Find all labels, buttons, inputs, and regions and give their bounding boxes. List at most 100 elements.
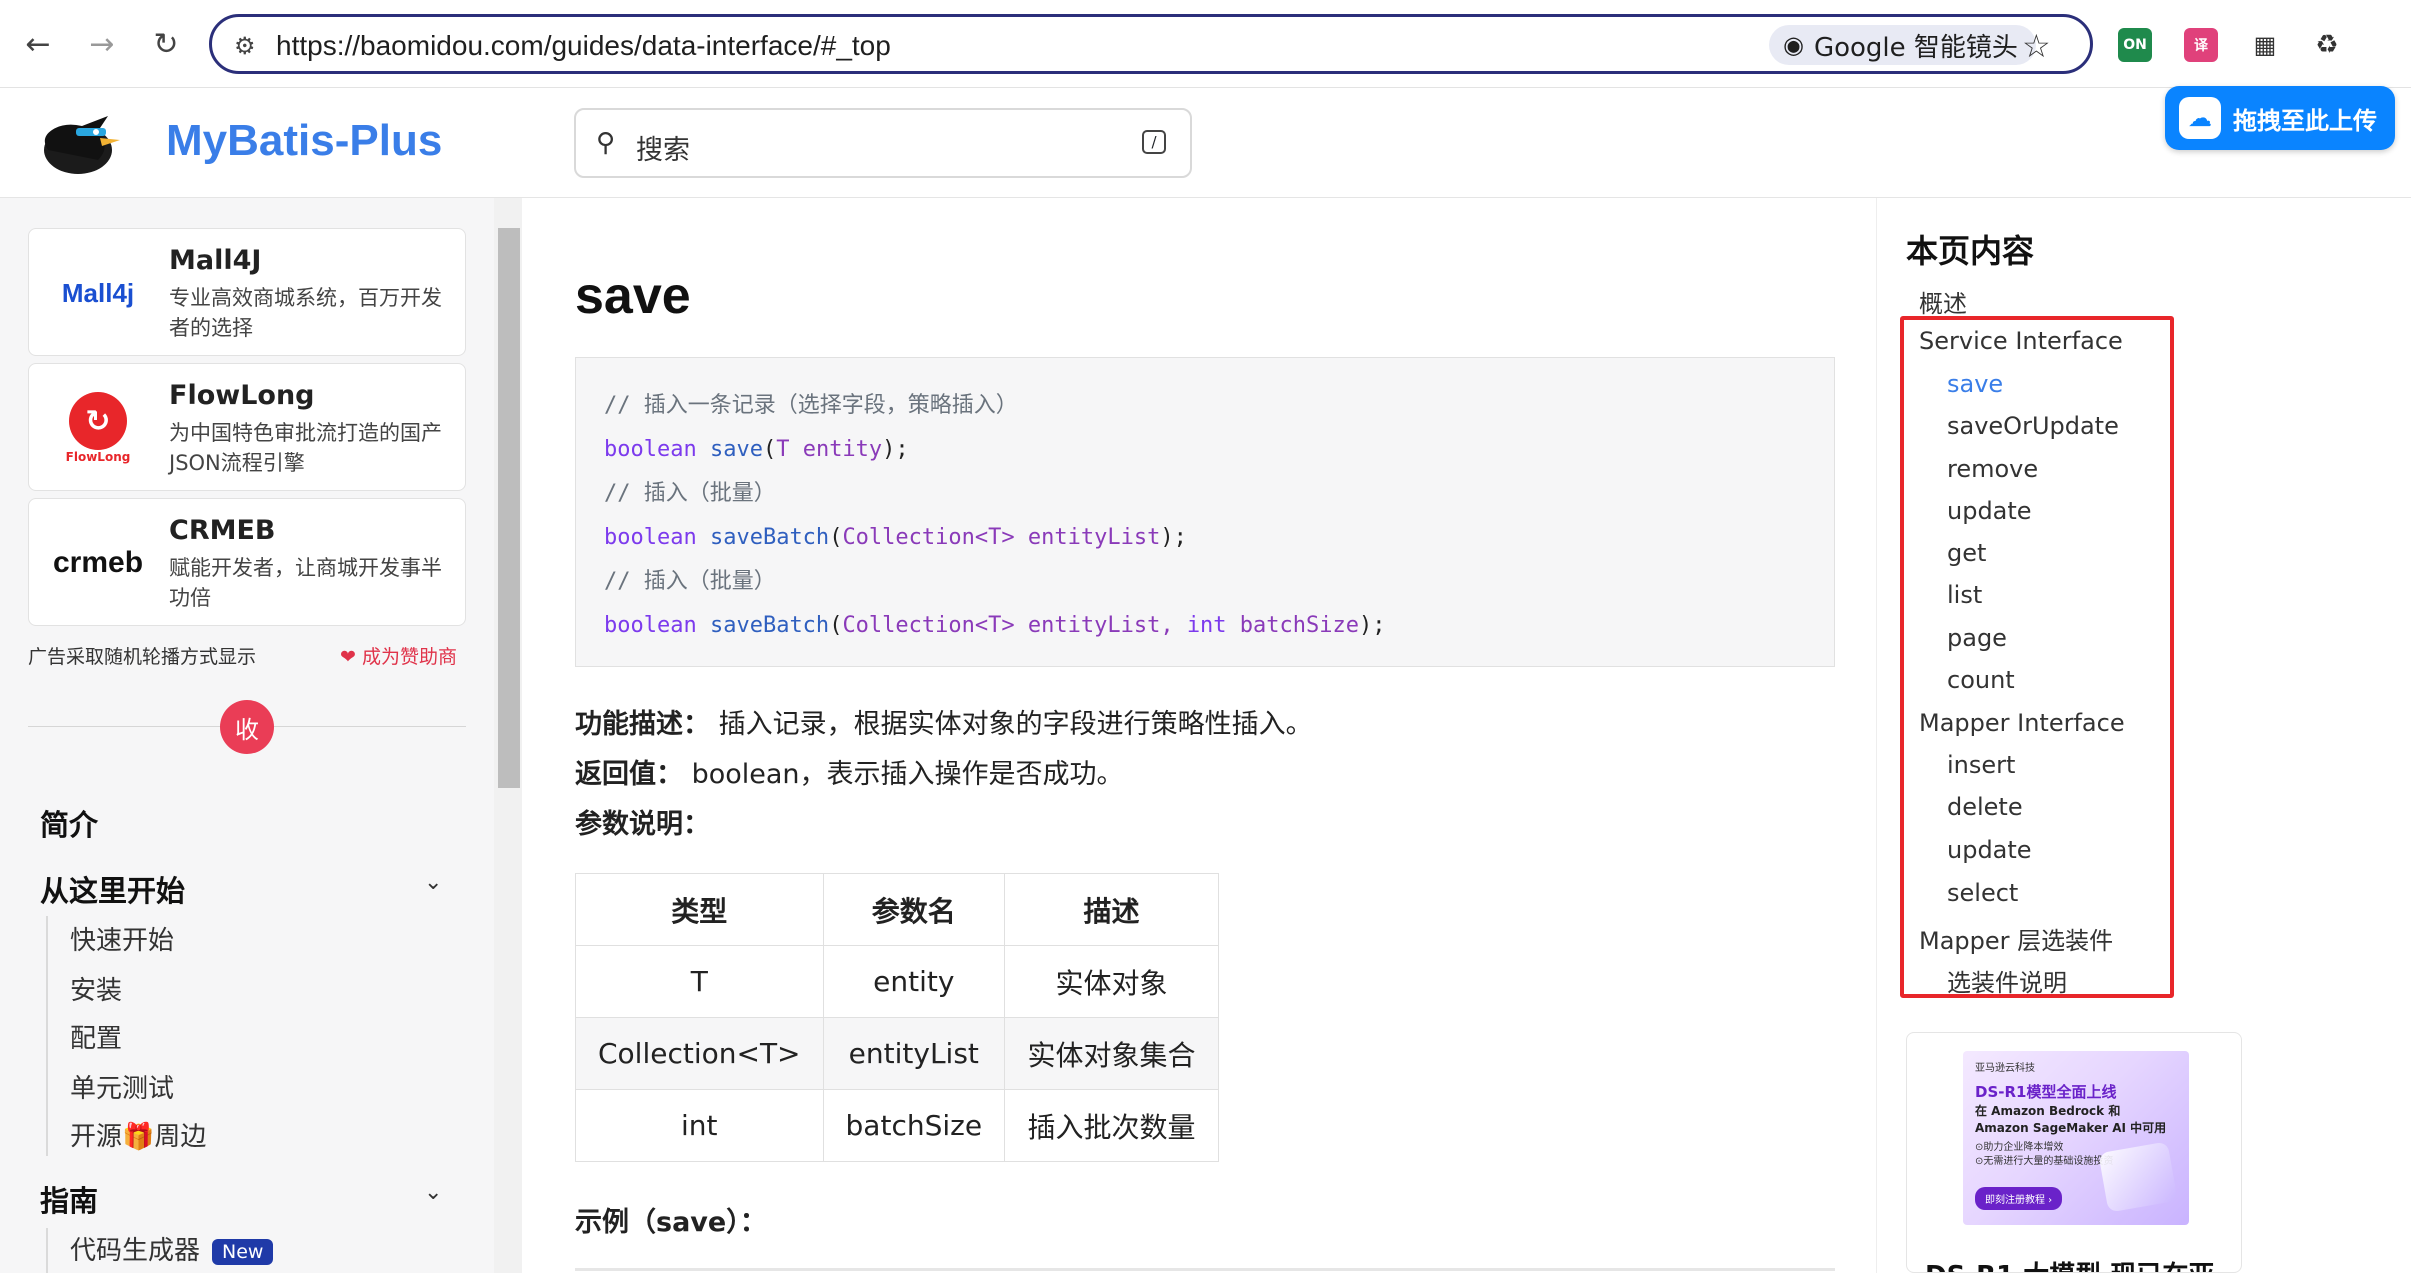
return-value: 返回值： boolean，表示插入操作是否成功。 <box>575 759 1124 790</box>
table-cell: Collection<T> <box>575 1017 824 1090</box>
mall4j-logo: Mall4j <box>61 277 135 308</box>
ad-card-crmeb[interactable]: crmeb CRMEB 赋能开发者，让商城开发事半功倍 <box>28 498 466 626</box>
table-cell: batchSize <box>822 1089 1006 1162</box>
nav-item-config[interactable]: 配置 <box>70 1018 122 1055</box>
toc-item-service-interface[interactable]: Service Interface <box>1919 327 2123 355</box>
address-bar[interactable]: ⚙ https://baomidou.com/guides/data-inter… <box>209 14 2093 74</box>
chevron-down-icon[interactable]: ⌄ <box>424 1180 442 1205</box>
toc-item-remove[interactable]: remove <box>1947 455 2038 483</box>
table-header: 类型 <box>575 873 824 946</box>
table-header: 参数名 <box>822 873 1006 946</box>
table-cell: entity <box>822 945 1006 1018</box>
nav-rail <box>46 1228 48 1273</box>
toc-item-insert[interactable]: insert <box>1947 751 2015 779</box>
toc-item-save[interactable]: save <box>1947 370 2003 398</box>
toc-item-mapper-optional[interactable]: Mapper 层选装件 <box>1919 921 2113 956</box>
become-sponsor-link[interactable]: ❤ 成为赞助商 <box>340 642 457 669</box>
search-icon: ⚲ <box>596 128 616 158</box>
extension-apps-icon[interactable]: ▦ <box>2248 28 2282 62</box>
left-sidebar: Mall4j Mall4J 专业高效商城系统，百万开发者的选择 ↻ FlowLo… <box>0 198 494 1273</box>
table-cell: 实体对象集合 <box>1004 1017 1220 1090</box>
toc-item-delete[interactable]: delete <box>1947 793 2023 821</box>
code-line: boolean saveBatch(Collection<T> entityLi… <box>604 525 1187 550</box>
toc-item-update[interactable]: update <box>1947 497 2032 525</box>
code-line: // 插入（批量） <box>604 569 776 594</box>
cloud-upload-icon: ☁ <box>2179 97 2221 139</box>
ad-desc: 专业高效商城系统，百万开发者的选择 <box>169 286 442 340</box>
extensions-puzzle-icon[interactable]: ♻ <box>2310 28 2344 62</box>
params-table: 类型 参数名 描述 T entity 实体对象 Collection<T> en… <box>575 873 1220 1162</box>
ad-desc: 赋能开发者，让商城开发事半功倍 <box>169 556 442 610</box>
heart-icon: ❤ <box>340 646 356 668</box>
table-cell: entityList <box>822 1017 1006 1090</box>
search-shortcut-icon: / <box>1142 130 1166 154</box>
toc-item-mapper-interface[interactable]: Mapper Interface <box>1919 709 2125 737</box>
nav-item-unit-test[interactable]: 单元测试 <box>70 1068 174 1105</box>
promo-graphic <box>2098 1141 2178 1213</box>
site-brand[interactable]: MyBatis-Plus <box>166 116 442 166</box>
nav-item-open-source[interactable]: 开源🎁周边 <box>70 1116 206 1153</box>
toc-item-page[interactable]: page <box>1947 624 2007 652</box>
search-box[interactable]: ⚲ 搜索 / <box>574 108 1192 178</box>
extension-translate-icon[interactable]: 译 <box>2184 28 2218 62</box>
table-header: 描述 <box>1004 873 1220 946</box>
browser-toolbar: ← → ↻ ⚙ https://baomidou.com/guides/data… <box>0 0 2411 88</box>
table-cell: 实体对象 <box>1004 945 1220 1018</box>
nav-section-getting-started[interactable]: 从这里开始 <box>40 868 185 910</box>
example-heading: 示例（save）： <box>575 1207 767 1238</box>
bookmark-star-icon[interactable]: ☆ <box>2022 27 2051 65</box>
collapse-ads-button[interactable]: 收 <box>220 700 274 754</box>
drag-upload-button[interactable]: ☁ 拖拽至此上传 <box>2165 86 2395 150</box>
google-lens-button[interactable]: ◉ Google 智能镜头 <box>1769 25 2036 65</box>
nav-item-install[interactable]: 安装 <box>70 970 122 1007</box>
table-cell: 插入批次数量 <box>1004 1089 1220 1162</box>
nav-section-intro[interactable]: 简介 <box>40 802 98 844</box>
toc-item-mapper-update[interactable]: update <box>1947 836 2032 864</box>
sidebar-scrollbar-thumb[interactable] <box>498 228 520 788</box>
promo-caption[interactable]: DS-R1 大模型 现已在亚 <box>1925 1255 2214 1272</box>
table-row: T entity 实体对象 <box>575 945 1220 1018</box>
lens-label: Google 智能镜头 <box>1813 32 2018 63</box>
page-title: save <box>575 267 691 325</box>
toc-title: 本页内容 <box>1906 232 2035 270</box>
toc-item-optional-desc[interactable]: 选装件说明 <box>1947 963 2067 998</box>
code-block-top-edge <box>575 1268 1835 1271</box>
site-settings-icon[interactable]: ⚙ <box>234 32 256 60</box>
ad-card-mall4j[interactable]: Mall4j Mall4J 专业高效商城系统，百万开发者的选择 <box>28 228 466 356</box>
back-icon[interactable]: ← <box>18 24 58 64</box>
code-block: // 插入一条记录（选择字段，策略插入） boolean save(T enti… <box>575 357 1835 667</box>
url-text[interactable]: https://baomidou.com/guides/data-interfa… <box>276 30 891 62</box>
table-row: int batchSize 插入批次数量 <box>575 1089 1220 1162</box>
toc-item-overview[interactable]: 概述 <box>1919 284 1967 319</box>
forward-icon[interactable]: → <box>82 24 122 64</box>
nav-section-guide[interactable]: 指南 <box>40 1178 98 1220</box>
table-cell: T <box>575 945 824 1018</box>
ad-card-flowlong[interactable]: ↻ FlowLong FlowLong 为中国特色审批流打造的国产JSON流程引… <box>28 363 466 491</box>
toc-item-get[interactable]: get <box>1947 539 1986 567</box>
toc-item-count[interactable]: count <box>1947 666 2015 694</box>
ad-title: CRMEB <box>169 515 276 546</box>
function-description: 功能描述： 插入记录，根据实体对象的字段进行策略性插入。 <box>575 709 1313 740</box>
code-line: // 插入（批量） <box>604 481 776 506</box>
toc-item-select[interactable]: select <box>1947 879 2018 907</box>
chevron-down-icon[interactable]: ⌄ <box>424 870 442 895</box>
promo-card[interactable]: 亚马逊云科技 DS-R1模型全面上线 在 Amazon Bedrock 和 Am… <box>1906 1032 2242 1273</box>
ad-title: Mall4J <box>169 245 262 276</box>
nav-item-quick-start[interactable]: 快速开始 <box>70 920 174 957</box>
code-line: boolean saveBatch(Collection<T> entityLi… <box>604 613 1386 638</box>
nav-item-code-generator[interactable]: 代码生成器 New <box>70 1230 274 1267</box>
extension-on-icon[interactable]: ON <box>2118 28 2152 62</box>
ad-title: FlowLong <box>169 380 315 411</box>
toc-item-list[interactable]: list <box>1947 581 1982 609</box>
reload-icon[interactable]: ↻ <box>146 24 186 64</box>
new-badge: New <box>212 1238 274 1265</box>
lens-icon: ◉ <box>1783 31 1804 59</box>
code-line: boolean save(T entity); <box>604 437 909 462</box>
toc-item-saveorupdate[interactable]: saveOrUpdate <box>1947 412 2119 440</box>
upload-label: 拖拽至此上传 <box>2233 106 2377 135</box>
search-placeholder[interactable]: 搜索 <box>636 128 690 167</box>
mybatis-bird-logo[interactable] <box>38 108 124 178</box>
promo-banner[interactable]: 亚马逊云科技 DS-R1模型全面上线 在 Amazon Bedrock 和 Am… <box>1963 1051 2189 1225</box>
nav-rail <box>46 916 48 1156</box>
table-cell: int <box>575 1089 824 1162</box>
